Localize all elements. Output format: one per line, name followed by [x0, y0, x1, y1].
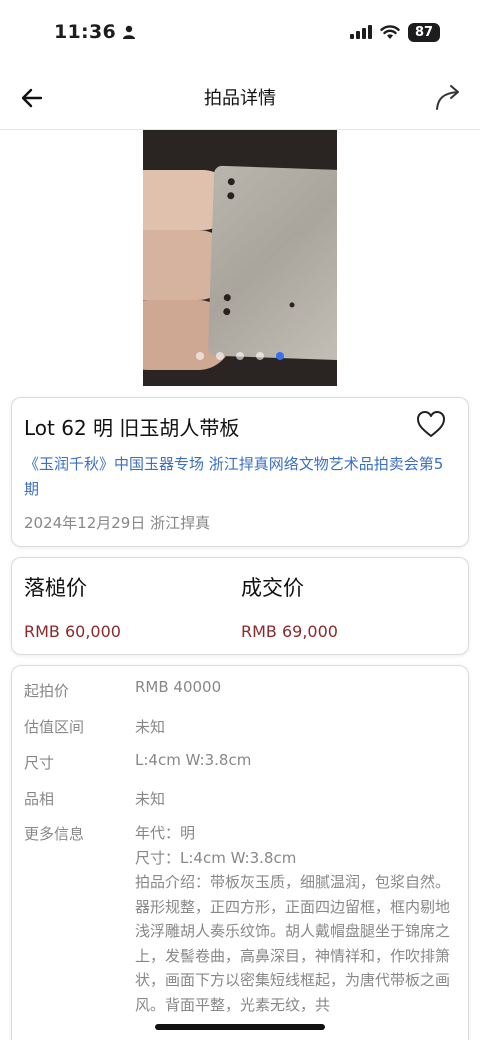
more-info-size: 尺寸：L:4cm W:3.8cm: [135, 848, 297, 867]
status-time: 11:36: [54, 21, 116, 43]
auction-date-house: 2024年12月29日 浙江捍真: [24, 514, 211, 532]
condition-value: 未知: [135, 790, 166, 808]
condition-label: 品相: [24, 790, 55, 808]
plaque-hole: [223, 308, 231, 316]
more-info-label: 更多信息: [24, 825, 85, 843]
carousel-dot[interactable]: [216, 352, 224, 360]
carousel-dot-active[interactable]: [276, 352, 284, 360]
estimate-label: 估值区间: [24, 718, 85, 736]
battery-level: 87: [414, 24, 434, 40]
hammer-price-value: RMB 60,000: [24, 622, 121, 641]
carousel-dot[interactable]: [256, 352, 264, 360]
arrow-left-icon[interactable]: [18, 84, 46, 112]
plaque-hole: [223, 294, 231, 302]
status-indicators: 87: [350, 22, 440, 42]
jade-plaque: [207, 165, 337, 361]
battery-indicator: 87: [408, 22, 440, 42]
signal-icon: [350, 25, 372, 39]
lot-info-card: Lot 62 明 旧玉胡人带板 《玉润千秋》中国玉器专场 浙江捍真网络文物艺术品…: [11, 397, 469, 547]
auction-link[interactable]: 《玉润千秋》中国玉器专场 浙江捍真网络文物艺术品拍卖会第5期: [24, 452, 456, 502]
more-info-era: 年代：明: [135, 824, 196, 842]
plaque-hole: [227, 192, 235, 200]
price-card: 落槌价 RMB 60,000 成交价 RMB 69,000: [11, 557, 469, 655]
status-bar: 11:36 87: [0, 0, 480, 64]
more-info-text: 年代：明 尺寸：L:4cm W:3.8cm 拍品介绍：带板灰玉质，细腻温润，包浆…: [135, 821, 450, 1017]
share-arrow-icon[interactable]: [434, 84, 462, 112]
status-time-group: 11:36: [54, 21, 136, 43]
wifi-icon: [380, 24, 400, 39]
estimate-value: 未知: [135, 718, 166, 736]
page-title: 拍品详情: [204, 87, 276, 109]
person-icon: [122, 25, 135, 39]
hammer-price-label: 落槌价: [24, 576, 87, 600]
carousel-dot[interactable]: [196, 352, 204, 360]
deal-price-value: RMB 69,000: [241, 622, 338, 641]
plaque-hole: [289, 302, 295, 308]
size-value: L:4cm W:3.8cm: [135, 751, 252, 769]
lot-image-carousel[interactable]: [143, 130, 337, 386]
carousel-dot[interactable]: [236, 352, 244, 360]
size-label: 尺寸: [24, 754, 55, 772]
heart-outline-icon[interactable]: [416, 410, 446, 438]
plaque-hole: [227, 178, 235, 186]
start-price-label: 起拍价: [24, 682, 70, 700]
lot-title: Lot 62 明 旧玉胡人带板: [24, 416, 240, 440]
deal-price-label: 成交价: [241, 576, 304, 600]
home-indicator[interactable]: [155, 1024, 325, 1030]
more-info-description: 拍品介绍：带板灰玉质，细腻温润，包浆自然。器形规整，正四方形，正面四边留框，框内…: [135, 873, 451, 1014]
nav-bar: 拍品详情: [0, 64, 480, 130]
carousel-indicator: [143, 352, 337, 360]
start-price-value: RMB 40000: [135, 678, 222, 696]
details-card: 起拍价 RMB 40000 估值区间 未知 尺寸 L:4cm W:3.8cm 品…: [11, 665, 469, 1040]
